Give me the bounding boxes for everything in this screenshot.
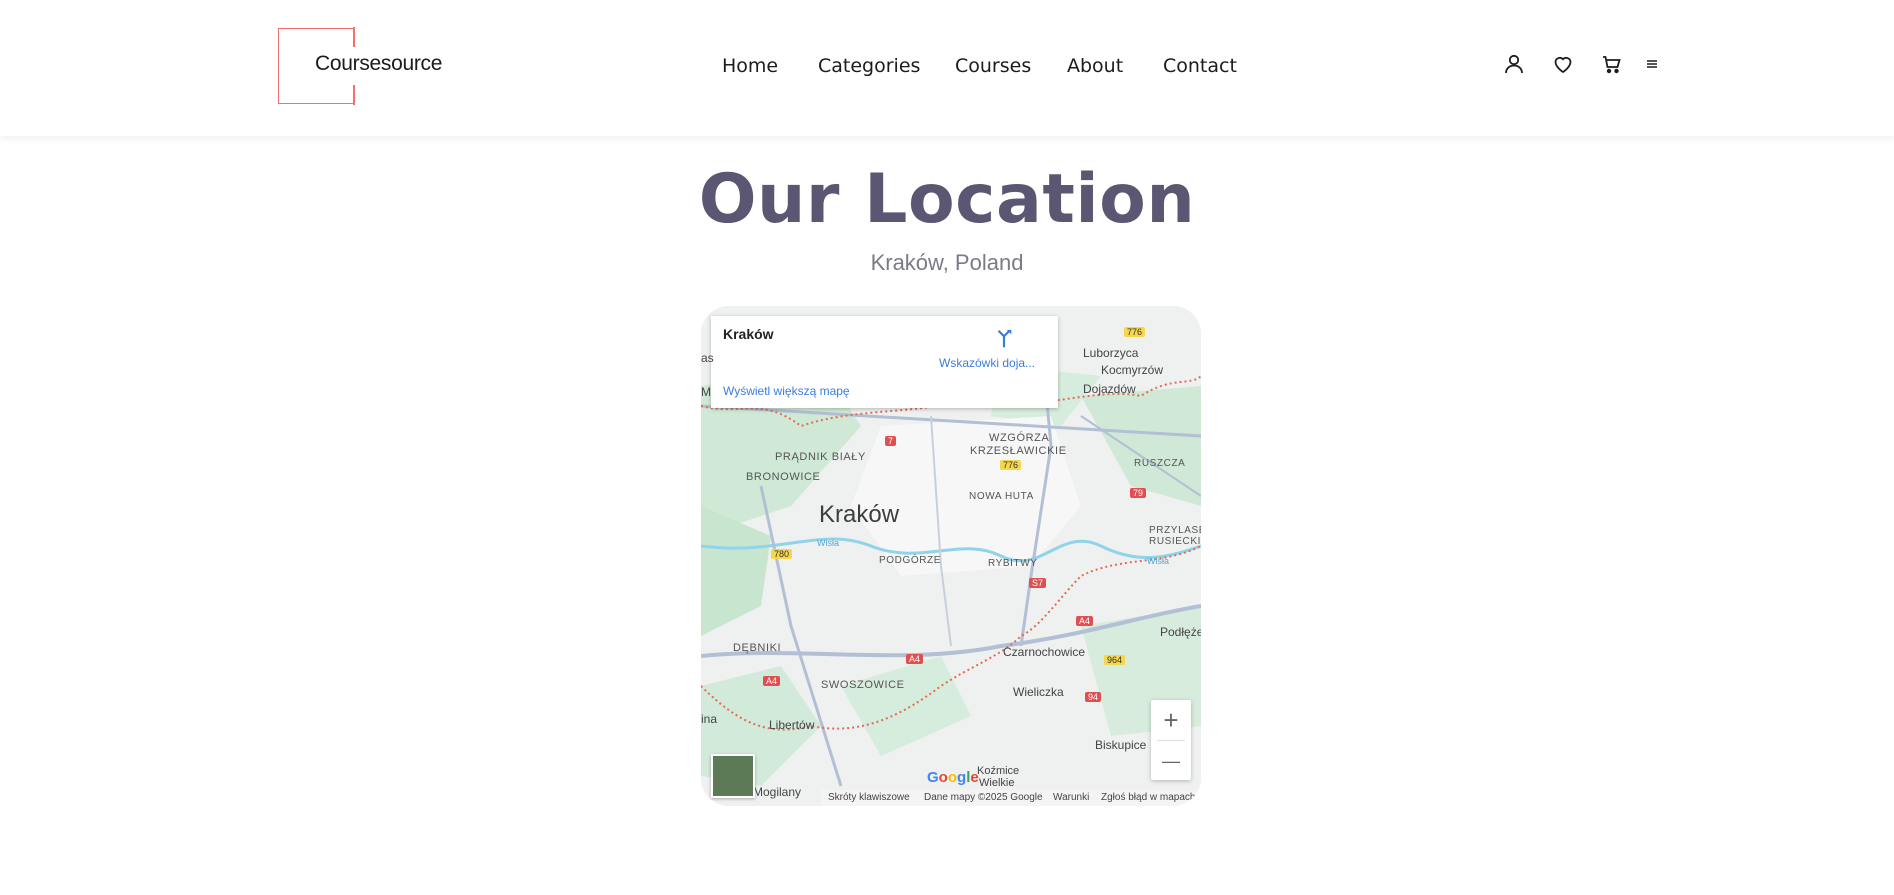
map-label-wielkie: Wielkie [979, 777, 1015, 789]
map-label-wzgorza: WZGÓRZA [989, 432, 1050, 444]
road-79: 79 [1130, 488, 1147, 498]
nav-home[interactable]: Home [722, 55, 778, 77]
map-label-biskupice: Biskupice [1095, 738, 1147, 752]
map-label-wieliczka: Wieliczka [1013, 685, 1064, 699]
map-label-podgorze: PODGÓRZE [879, 555, 942, 566]
map-label-czarnochowice: Czarnochowice [1003, 645, 1086, 659]
map-label-swoszowice: SWOSZOWICE [821, 679, 905, 691]
road-776-north: 776 [1124, 327, 1146, 337]
nav-contact[interactable]: Contact [1163, 55, 1237, 77]
directions-link[interactable]: Wskazówki doja... [939, 356, 1035, 370]
zoom-controls: + — [1151, 700, 1191, 780]
nav-about[interactable]: About [1067, 55, 1123, 77]
map-label-rusiecki: RUSIECKI [1149, 536, 1201, 547]
road-7: 7 [885, 436, 897, 446]
map-label-dojazdow: Dojazdów [1083, 382, 1136, 396]
google-logo: Google [927, 769, 979, 786]
map-label-edge-as: as [701, 351, 714, 365]
zoom-out-button[interactable]: — [1151, 741, 1191, 781]
map-data-attribution: Dane mapy ©2025 Google [924, 792, 1043, 803]
nav-categories[interactable]: Categories [818, 55, 920, 77]
map-label-edge-m: M [701, 385, 711, 399]
nav-courses[interactable]: Courses [955, 55, 1031, 77]
road-a4-center: A4 [906, 654, 924, 664]
page-title: Our Location [698, 160, 1196, 239]
map-label-kozmice: Koźmice [977, 765, 1020, 777]
map-label-ruszcza: RUSZCZA [1134, 458, 1186, 469]
map-label-bronowice: BRONOWICE [746, 471, 821, 483]
map-label-wisla: Wisła [817, 538, 839, 548]
site-header: Coursesource Home Categories Courses Abo… [0, 0, 1894, 136]
road-s7: S7 [1029, 578, 1047, 588]
cart-icon[interactable] [1600, 52, 1624, 76]
location-subtitle: Kraków, Poland [870, 250, 1024, 275]
embedded-map[interactable]: Kraków Wskazówki doja... Wyświetl większ… [701, 306, 1201, 806]
heart-icon[interactable] [1551, 52, 1575, 76]
map-label-edge-ina: ina [701, 712, 718, 726]
map-label-libertow: Libertów [769, 718, 815, 732]
map-label-wisla-east: Wisła [1147, 556, 1169, 566]
map-info-card: Kraków Wskazówki doja... Wyświetl większ… [711, 316, 1058, 408]
map-label-krakow: Kraków [819, 501, 900, 528]
keyboard-shortcuts-link[interactable]: Skróty klawiszowe [828, 792, 910, 803]
directions-icon[interactable] [993, 328, 1015, 350]
map-place-title: Kraków [723, 326, 774, 342]
map-label-krzeslawickie: KRZESŁAWICKIE [970, 445, 1067, 457]
map-label-luborzyca: Luborzyca [1083, 346, 1139, 360]
road-964: 964 [1104, 655, 1126, 665]
map-label-przylasek: PRZYLASEK [1149, 525, 1201, 536]
satellite-toggle[interactable] [711, 754, 755, 798]
menu-icon[interactable] [1640, 52, 1664, 76]
map-label-debniki: DĘBNIKI [733, 642, 782, 654]
road-776: 776 [1000, 460, 1022, 470]
terms-link[interactable]: Warunki [1053, 792, 1089, 803]
road-a4-west: A4 [763, 676, 781, 686]
road-94: 94 [1085, 692, 1102, 702]
map-label-nowa-huta: NOWA HUTA [969, 491, 1034, 502]
map-label-podleze: Podłęże [1160, 625, 1201, 639]
map-label-kocmyrzow: Kocmyrzów [1101, 363, 1164, 377]
map-label-mogilany: Mogilany [753, 785, 802, 799]
zoom-in-button[interactable]: + [1151, 700, 1191, 740]
road-a4-east: A4 [1076, 616, 1094, 626]
larger-map-link[interactable]: Wyświetl większą mapę [723, 384, 850, 398]
road-780: 780 [771, 549, 793, 559]
report-error-link[interactable]: Zgłoś błąd w mapach [1101, 792, 1196, 803]
map-label-rybitwy: RYBITWY [988, 558, 1038, 569]
user-icon[interactable] [1502, 52, 1526, 76]
map-label-pradnik: PRĄDNIK BIAŁY [775, 451, 866, 463]
map-attribution-bar: Skróty klawiszowe Dane mapy ©2025 Google… [821, 790, 1201, 806]
